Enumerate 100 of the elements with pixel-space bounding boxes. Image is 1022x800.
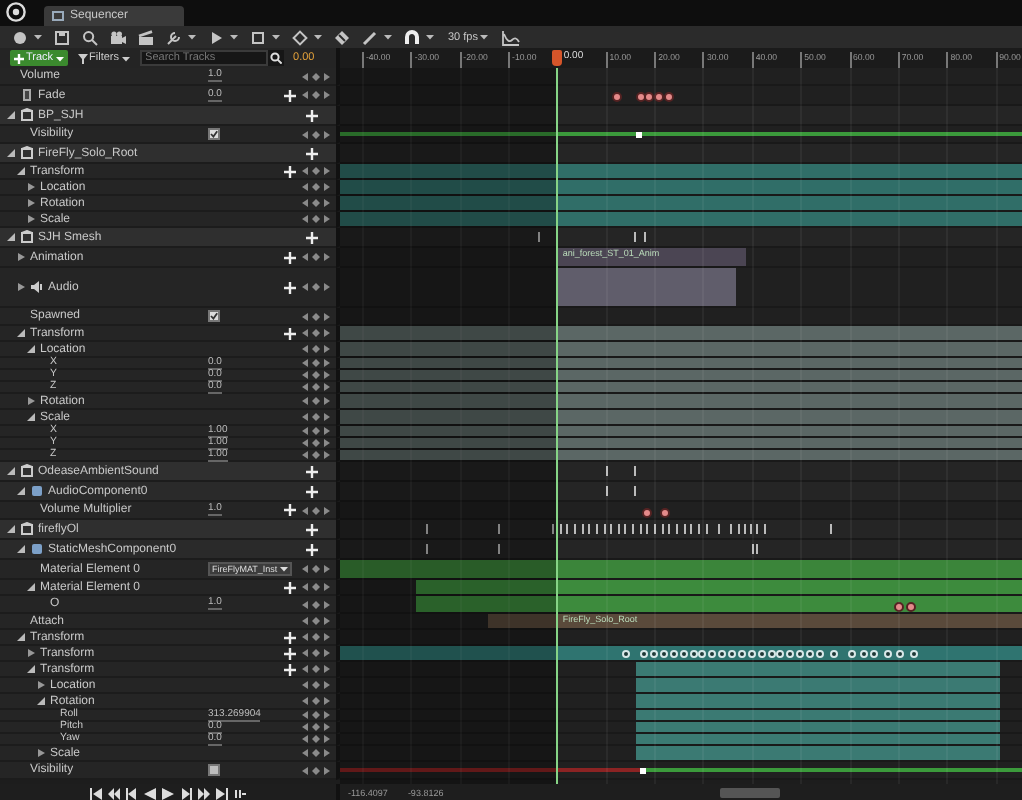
add-icon[interactable] — [284, 663, 296, 675]
add-icon[interactable] — [284, 504, 296, 516]
key-navigation-icon[interactable] — [302, 664, 330, 674]
expand-arrow-icon[interactable] — [6, 232, 16, 242]
loop-icon[interactable] — [234, 788, 246, 800]
key-navigation-icon[interactable] — [302, 582, 330, 592]
clapperboard-icon[interactable] — [138, 29, 154, 45]
step-forward-icon[interactable] — [180, 788, 192, 800]
key-navigation-icon[interactable] — [302, 616, 330, 626]
expand-arrow-icon[interactable] — [16, 282, 26, 292]
key-navigation-icon[interactable] — [302, 370, 330, 380]
caret-icon[interactable] — [188, 34, 196, 40]
expand-arrow-icon[interactable] — [26, 198, 36, 208]
key-navigation-icon[interactable] — [302, 505, 330, 515]
expand-arrow-icon[interactable] — [26, 214, 36, 224]
keyframe[interactable] — [636, 131, 643, 137]
expand-arrow-icon[interactable] — [26, 582, 36, 592]
key-navigation-icon[interactable] — [302, 632, 330, 642]
add-icon[interactable] — [284, 631, 296, 643]
expand-arrow-icon[interactable] — [26, 664, 36, 674]
playhead-handle[interactable] — [551, 50, 562, 66]
add-icon[interactable] — [284, 165, 296, 177]
key-navigation-icon[interactable] — [302, 71, 330, 81]
key-navigation-icon[interactable] — [302, 282, 330, 292]
pen-icon[interactable] — [362, 29, 378, 45]
key-navigation-icon[interactable] — [302, 358, 330, 368]
expand-arrow-icon[interactable] — [26, 412, 36, 422]
key-navigation-icon[interactable] — [302, 599, 330, 609]
key-navigation-icon[interactable] — [302, 252, 330, 262]
key-navigation-icon[interactable] — [302, 90, 330, 100]
expand-arrow-icon[interactable] — [26, 182, 36, 192]
expand-arrow-icon[interactable] — [6, 110, 16, 120]
key-navigation-icon[interactable] — [302, 734, 330, 744]
checkbox[interactable] — [208, 764, 220, 776]
add-icon[interactable] — [306, 147, 318, 159]
key-navigation-icon[interactable] — [302, 696, 330, 706]
add-icon[interactable] — [306, 543, 318, 555]
search-icon[interactable] — [269, 52, 282, 64]
play-icon[interactable] — [162, 788, 174, 800]
rewind-icon[interactable] — [108, 788, 120, 800]
add-icon[interactable] — [284, 581, 296, 593]
skip-start-icon[interactable] — [90, 788, 102, 800]
add-icon[interactable] — [306, 485, 318, 497]
key-navigation-icon[interactable] — [302, 564, 330, 574]
add-icon[interactable] — [306, 231, 318, 243]
add-icon[interactable] — [284, 251, 296, 263]
expand-arrow-icon[interactable] — [26, 648, 36, 658]
expand-arrow-icon[interactable] — [36, 748, 46, 758]
expand-arrow-icon[interactable] — [36, 680, 46, 690]
key-navigation-icon[interactable] — [302, 328, 330, 338]
curve-icon[interactable] — [501, 29, 520, 45]
expand-arrow-icon[interactable] — [6, 466, 16, 476]
add-icon[interactable] — [306, 523, 318, 535]
add-icon[interactable] — [306, 109, 318, 121]
scrollbar-thumb[interactable] — [719, 787, 780, 797]
expand-arrow-icon[interactable] — [16, 486, 26, 496]
add-icon[interactable] — [284, 647, 296, 659]
key-navigation-icon[interactable] — [302, 344, 330, 354]
keyframe[interactable] — [612, 92, 623, 102]
magnet-icon[interactable] — [404, 29, 420, 45]
add-icon[interactable] — [284, 327, 296, 339]
expand-arrow-icon[interactable] — [16, 166, 26, 176]
caret-icon[interactable] — [426, 34, 434, 40]
add-icon[interactable] — [284, 89, 296, 101]
key-navigation-icon[interactable] — [302, 748, 330, 758]
expand-arrow-icon[interactable] — [26, 344, 36, 354]
expand-arrow-icon[interactable] — [16, 632, 26, 642]
expand-arrow-icon[interactable] — [16, 328, 26, 338]
caret-icon[interactable] — [272, 34, 280, 40]
square-icon[interactable] — [250, 29, 266, 45]
key-navigation-icon[interactable] — [302, 129, 330, 139]
key-navigation-icon[interactable] — [302, 382, 330, 392]
keyframe[interactable] — [639, 767, 645, 773]
diamond-icon[interactable] — [292, 29, 308, 45]
caret-icon[interactable] — [230, 34, 238, 40]
key-navigation-icon[interactable] — [302, 710, 330, 720]
add-icon[interactable] — [306, 465, 318, 477]
reverse-play-icon[interactable] — [144, 788, 156, 800]
key-navigation-icon[interactable] — [302, 396, 330, 406]
key-navigation-icon[interactable] — [302, 765, 330, 775]
diamond-icon[interactable] — [334, 29, 350, 45]
step-back-icon[interactable] — [126, 788, 138, 800]
fast-forward-icon[interactable] — [198, 788, 210, 800]
key-navigation-icon[interactable] — [302, 412, 330, 422]
caret-icon[interactable] — [314, 34, 322, 40]
key-navigation-icon[interactable] — [302, 450, 330, 460]
film-camera-icon[interactable] — [110, 29, 126, 45]
caret-icon[interactable] — [384, 34, 392, 40]
add-icon[interactable] — [284, 281, 296, 293]
save-icon[interactable] — [54, 29, 70, 45]
expand-arrow-icon[interactable] — [6, 524, 16, 534]
expand-arrow-icon[interactable] — [16, 544, 26, 554]
key-navigation-icon[interactable] — [302, 426, 330, 436]
key-navigation-icon[interactable] — [302, 166, 330, 176]
key-navigation-icon[interactable] — [302, 648, 330, 658]
expand-arrow-icon[interactable] — [36, 696, 46, 706]
key-navigation-icon[interactable] — [302, 198, 330, 208]
key-navigation-icon[interactable] — [302, 722, 330, 732]
checkbox[interactable] — [208, 128, 220, 140]
wrench-icon[interactable] — [166, 29, 182, 45]
